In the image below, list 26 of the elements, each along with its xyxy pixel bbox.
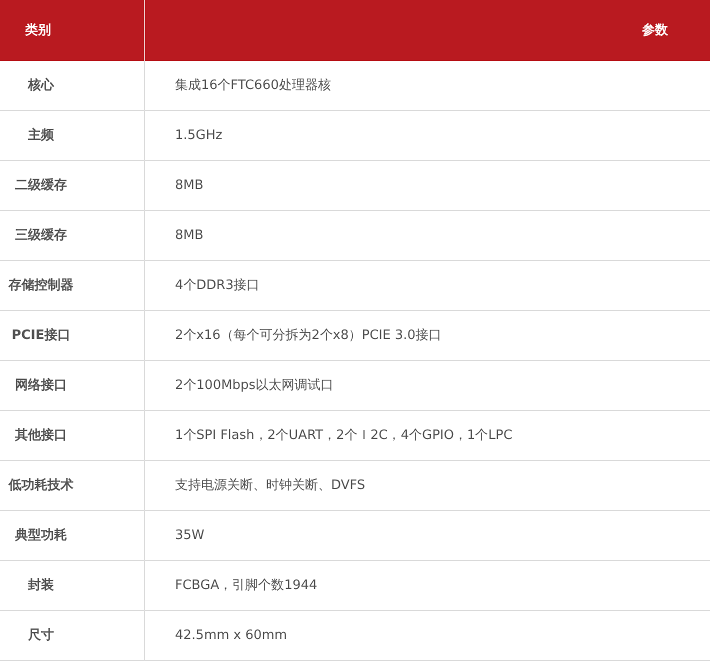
table-cell-text: 三级缓存 (14, 226, 68, 245)
table-cell-text: 典型功耗 (14, 526, 68, 545)
table-cell-text: 支持电源关断、时钟关断、DVFS (175, 476, 366, 495)
table-cell-text: 1.5GHz (175, 126, 222, 145)
table-cell-text: 二级缓存 (14, 176, 68, 195)
table-cell-text: 主频 (27, 126, 55, 145)
table-cell-text: 2个100Mbps以太网调试口 (175, 376, 334, 395)
table-cell-text: 8MB (175, 226, 204, 245)
table-cell-text: 42.5mm x 60mm (175, 626, 288, 645)
table-cell-text: 集成16个FTC660处理器核 (175, 76, 331, 95)
table-cell-text: 核心 (26, 76, 56, 95)
table-cell-text: 其他接口 (14, 426, 68, 445)
table-cell-text: 2个x16（每个可分拆为2个x8）PCIE 3.0接口 (175, 326, 442, 345)
table-cell-text: PCIE接口 (10, 326, 72, 345)
table-cell-text: 低功耗技术 (7, 476, 74, 495)
table-header-cell: 类别 (0, 0, 145, 61)
table-header-cell-text: 参数 (641, 22, 669, 40)
table-cell-text: 尺寸 (27, 626, 55, 645)
table-cell-text: 1个SPI Flash，2个UART，2个Ｉ2C，4个GPIO，1个LPC (175, 426, 512, 445)
table-cell-text: 8MB (175, 176, 204, 195)
table-cell-text: 4个DDR3接口 (175, 276, 260, 295)
table-cell-text: 35W (175, 526, 204, 545)
table-cell-text: 存储控制器 (7, 276, 74, 295)
table-cell-text: 网络接口 (14, 376, 68, 395)
table-cell-text: 封装 (27, 576, 55, 595)
table-cell-text: FCBGA，引脚个数1944 (175, 576, 318, 595)
